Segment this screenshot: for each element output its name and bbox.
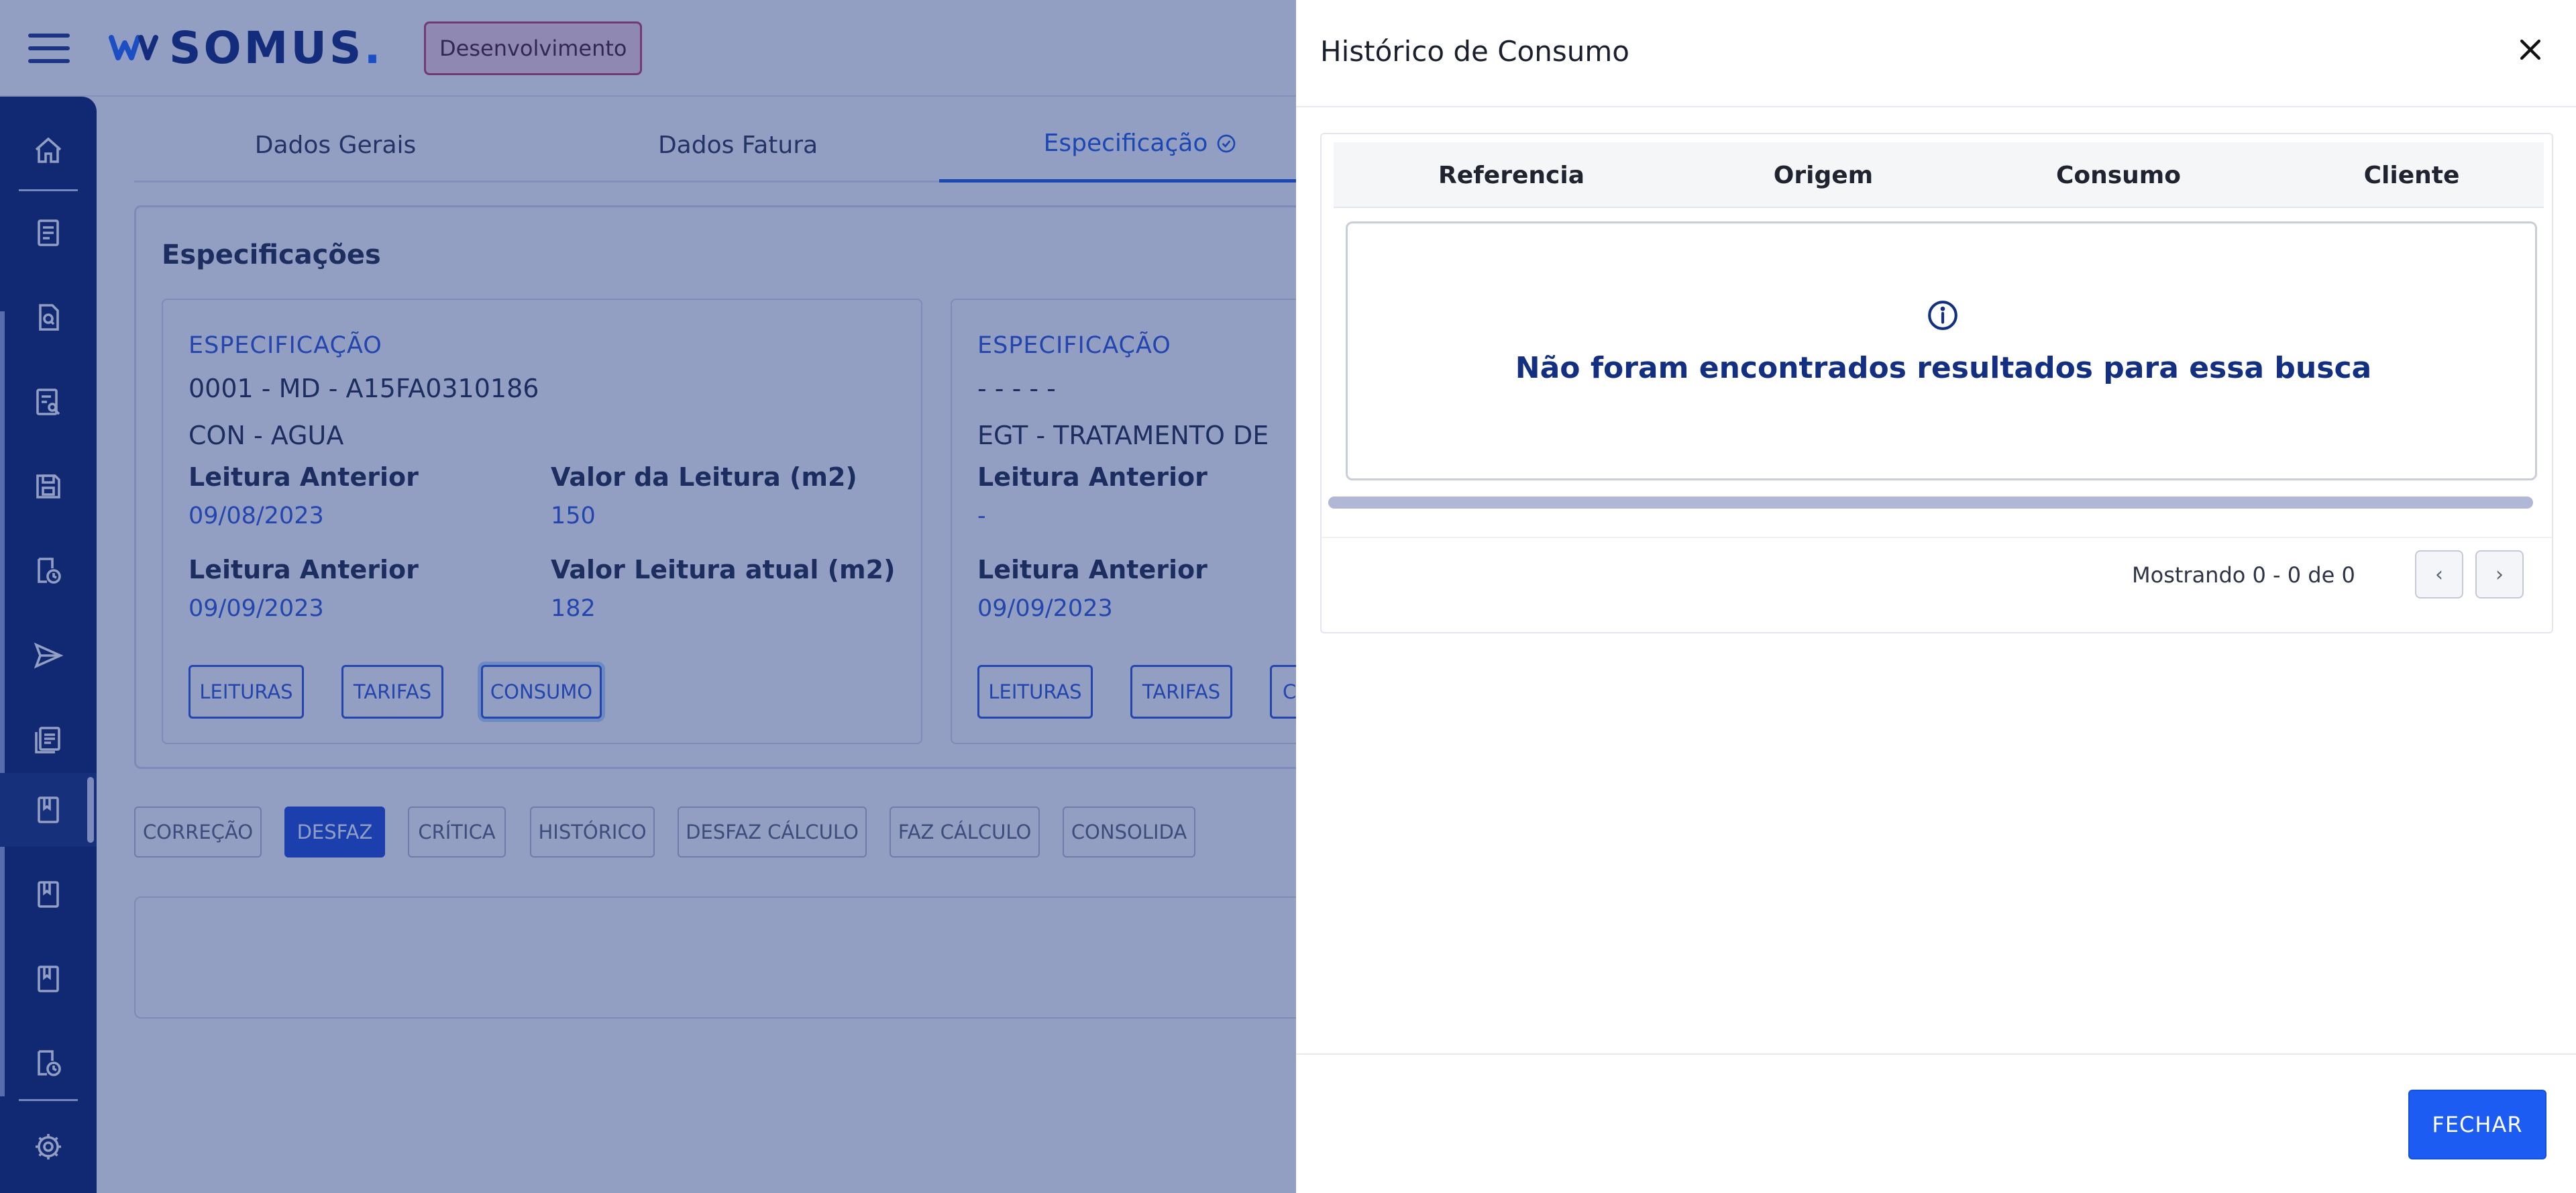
- consumption-table: Referencia Origem Consumo Cliente Não fo…: [1320, 133, 2553, 633]
- chevron-left-icon: ‹: [2435, 562, 2443, 586]
- pagination-summary: Mostrando 0 - 0 de 0: [2132, 562, 2355, 588]
- empty-state: Não foram encontrados resultados para es…: [1346, 221, 2537, 480]
- drawer-header: Histórico de Consumo: [1296, 0, 2576, 107]
- previous-page-button[interactable]: ‹: [2415, 550, 2463, 599]
- pagination-divider: [1322, 537, 2552, 538]
- drawer-footer: FECHAR: [1296, 1053, 2576, 1193]
- column-header-origem[interactable]: Origem: [1689, 142, 1957, 208]
- chevron-right-icon: ›: [2496, 562, 2504, 586]
- close-icon: [2520, 39, 2541, 60]
- info-icon: [1926, 299, 1960, 332]
- column-header-cliente[interactable]: Cliente: [2279, 142, 2544, 208]
- column-header-consumo[interactable]: Consumo: [1957, 142, 2279, 208]
- fechar-button[interactable]: FECHAR: [2408, 1090, 2546, 1159]
- table-header: Referencia Origem Consumo Cliente: [1334, 142, 2544, 208]
- close-button[interactable]: [2516, 35, 2545, 64]
- column-header-referencia[interactable]: Referencia: [1334, 142, 1689, 208]
- next-page-button[interactable]: ›: [2475, 550, 2524, 599]
- horizontal-scrollbar[interactable]: [1328, 497, 2533, 509]
- empty-message: Não foram encontrados resultados para es…: [1515, 351, 2372, 385]
- drawer-title: Histórico de Consumo: [1320, 35, 1629, 68]
- consumption-history-drawer: Histórico de Consumo Referencia Origem C…: [1296, 0, 2576, 1193]
